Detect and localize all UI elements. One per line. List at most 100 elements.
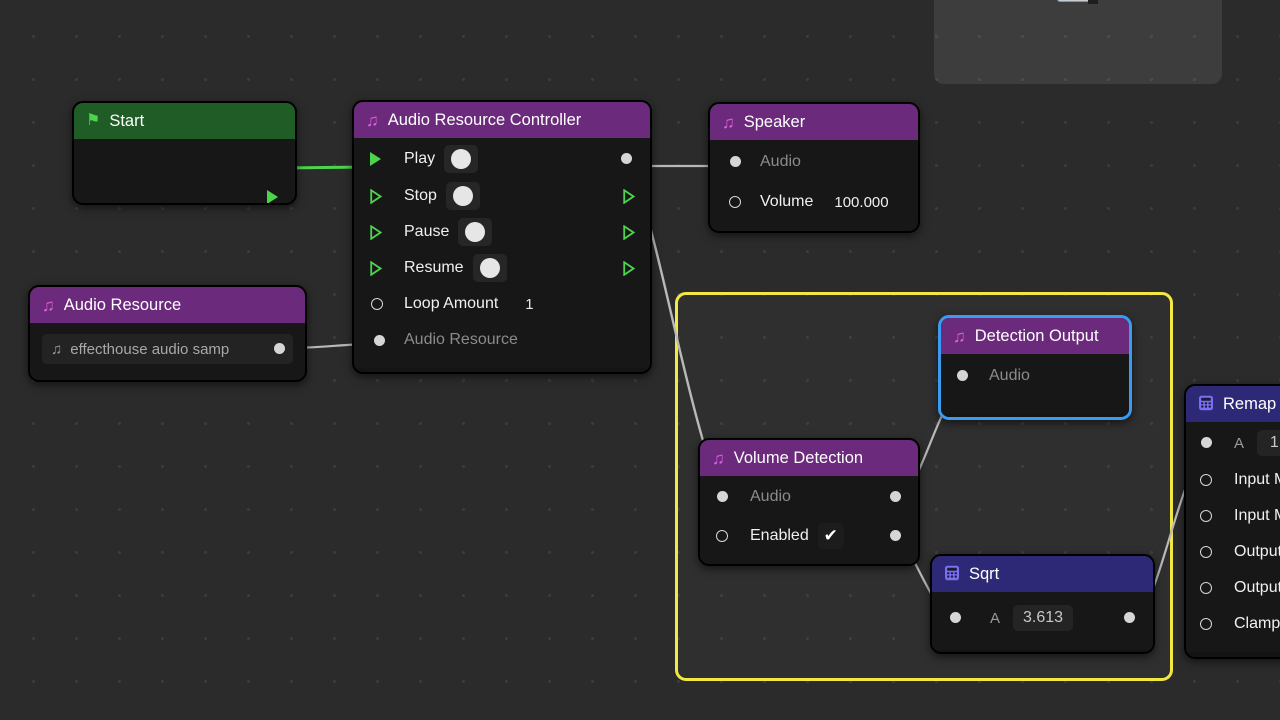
node-sqrt[interactable]: Sqrt A 3.613 [930, 554, 1155, 654]
row-remap-a[interactable]: A 1.9 [1186, 424, 1280, 462]
row-stop-label: Stop [404, 187, 437, 205]
row-speaker-volume-label: Volume [760, 193, 813, 211]
remap-input-min-port[interactable] [1200, 474, 1212, 486]
node-graph-canvas[interactable]: ⚑ Start ♫ Audio Resource Controller Play [0, 0, 1280, 720]
sqrt-a-in-port[interactable] [950, 612, 961, 623]
music-note-icon: ♫ [42, 297, 55, 314]
remap-clamp-port[interactable] [1200, 618, 1212, 630]
row-pause[interactable]: Pause [354, 214, 650, 250]
row-speaker-audio[interactable]: Audio [710, 142, 918, 182]
node-arc-title: Audio Resource Controller [388, 111, 582, 130]
node-start-body [74, 139, 295, 205]
node-volume-detection-header: ♫ Volume Detection [700, 440, 918, 476]
row-speaker-audio-label: Audio [760, 153, 801, 171]
node-detection-output-title: Detection Output [975, 327, 1099, 346]
remap-a-in-port[interactable] [1201, 437, 1212, 448]
audio-resource-out-port[interactable] [274, 343, 285, 354]
detection-audio-in-port[interactable] [957, 370, 968, 381]
stop-exec-out-port[interactable] [623, 189, 634, 204]
check-icon: ✔ [824, 526, 838, 546]
remap-input-max-port[interactable] [1200, 510, 1212, 522]
row-play[interactable]: Play [354, 140, 650, 178]
voldet-enabled-out-port[interactable] [890, 530, 901, 541]
row-remap-input-min-label: Input M [1234, 471, 1280, 489]
row-pause-label: Pause [404, 223, 449, 241]
row-remap-output-max[interactable]: Output [1186, 570, 1280, 606]
row-voldet-enabled[interactable]: Enabled ✔ [700, 516, 918, 556]
sqrt-a-value[interactable]: 3.613 [1013, 605, 1073, 631]
node-start[interactable]: ⚑ Start [72, 101, 297, 205]
row-detection-audio-label: Audio [989, 367, 1030, 385]
row-audio-resource-label: Audio Resource [404, 331, 518, 349]
row-sqrt-a[interactable]: A 3.613 [932, 594, 1153, 642]
play-knob[interactable] [444, 145, 478, 173]
stop-exec-in-port[interactable] [370, 189, 381, 204]
node-sqrt-body: A 3.613 [932, 592, 1153, 650]
play-exec-in-port[interactable] [370, 152, 381, 166]
audio-resource-textfield[interactable]: ♫ effecthouse audio samp [42, 334, 293, 364]
remap-arg-label: A [1234, 435, 1244, 452]
row-voldet-enabled-label: Enabled [750, 527, 809, 545]
node-remap[interactable]: Remap A 1.9 Input M Input M Output [1184, 384, 1280, 659]
voldet-enabled-checkbox[interactable]: ✔ [818, 523, 844, 549]
loop-amount-value[interactable]: 1 [525, 296, 533, 313]
row-remap-output-min[interactable]: Output [1186, 534, 1280, 570]
row-stop[interactable]: Stop [354, 178, 650, 214]
row-loop-amount-label: Loop Amount [404, 295, 498, 313]
node-start-header: ⚑ Start [74, 103, 295, 139]
remap-output-max-port[interactable] [1200, 582, 1212, 594]
node-remap-body: A 1.9 Input M Input M Output Output C [1186, 422, 1280, 652]
row-voldet-audio-label: Audio [750, 488, 791, 506]
node-audio-resource-controller[interactable]: ♫ Audio Resource Controller Play Stop [352, 100, 652, 374]
node-audio-resource-header: ♫ Audio Resource [30, 287, 305, 323]
music-note-icon: ♫ [722, 114, 735, 131]
row-detection-audio[interactable]: Audio [941, 356, 1129, 396]
speaker-volume-value[interactable]: 100.000 [834, 194, 888, 211]
node-volume-detection-title: Volume Detection [734, 449, 863, 468]
row-resume[interactable]: Resume [354, 250, 650, 286]
node-audio-resource[interactable]: ♫ Audio Resource ♫ effecthouse audio sam… [28, 285, 307, 382]
row-voldet-audio[interactable]: Audio [700, 478, 918, 516]
node-arc-header: ♫ Audio Resource Controller [354, 102, 650, 138]
audio-resource-in-port[interactable] [374, 335, 385, 346]
row-remap-clamp[interactable]: Clamp [1186, 606, 1280, 642]
remap-a-value[interactable]: 1.9 [1257, 430, 1280, 456]
node-remap-title: Remap [1223, 395, 1276, 414]
music-note-icon: ♫ [953, 328, 966, 345]
node-remap-header: Remap [1186, 386, 1280, 422]
row-resume-label: Resume [404, 259, 464, 277]
node-speaker-title: Speaker [744, 113, 805, 132]
loop-amount-in-port[interactable] [371, 298, 383, 310]
row-audio-resource-field[interactable]: ♫ effecthouse audio samp [30, 325, 305, 373]
resume-exec-out-port[interactable] [623, 261, 634, 276]
row-remap-input-max[interactable]: Input M [1186, 498, 1280, 534]
resume-knob[interactable] [473, 254, 507, 282]
node-detection-output[interactable]: ♫ Detection Output Audio [938, 315, 1132, 420]
sqrt-out-port[interactable] [1124, 612, 1135, 623]
pause-exec-in-port[interactable] [370, 225, 381, 240]
calculator-icon [1198, 395, 1214, 414]
voldet-audio-out-port[interactable] [890, 491, 901, 502]
node-detection-output-header: ♫ Detection Output [941, 318, 1129, 354]
speaker-volume-in-port[interactable] [729, 196, 741, 208]
row-audio-resource-input[interactable]: Audio Resource [354, 322, 650, 358]
remap-output-min-port[interactable] [1200, 546, 1212, 558]
row-remap-input-min[interactable]: Input M [1186, 462, 1280, 498]
stop-knob[interactable] [446, 182, 480, 210]
row-loop-amount[interactable]: Loop Amount 1 [354, 286, 650, 322]
row-play-label: Play [404, 150, 435, 168]
node-speaker[interactable]: ♫ Speaker Audio Volume 100.000 [708, 102, 920, 233]
voldet-enabled-in-port[interactable] [716, 530, 728, 542]
resume-exec-in-port[interactable] [370, 261, 381, 276]
speaker-audio-in-port[interactable] [730, 156, 741, 167]
start-exec-out-port[interactable] [267, 190, 278, 204]
row-remap-output-max-label: Output [1234, 579, 1280, 597]
node-speaker-header: ♫ Speaker [710, 104, 918, 140]
row-speaker-volume[interactable]: Volume 100.000 [710, 182, 918, 222]
pause-exec-out-port[interactable] [623, 225, 634, 240]
voldet-audio-in-port[interactable] [717, 491, 728, 502]
node-sqrt-header: Sqrt [932, 556, 1153, 592]
play-data-out-port[interactable] [621, 153, 632, 164]
pause-knob[interactable] [458, 218, 492, 246]
node-volume-detection[interactable]: ♫ Volume Detection Audio Enabled ✔ [698, 438, 920, 566]
